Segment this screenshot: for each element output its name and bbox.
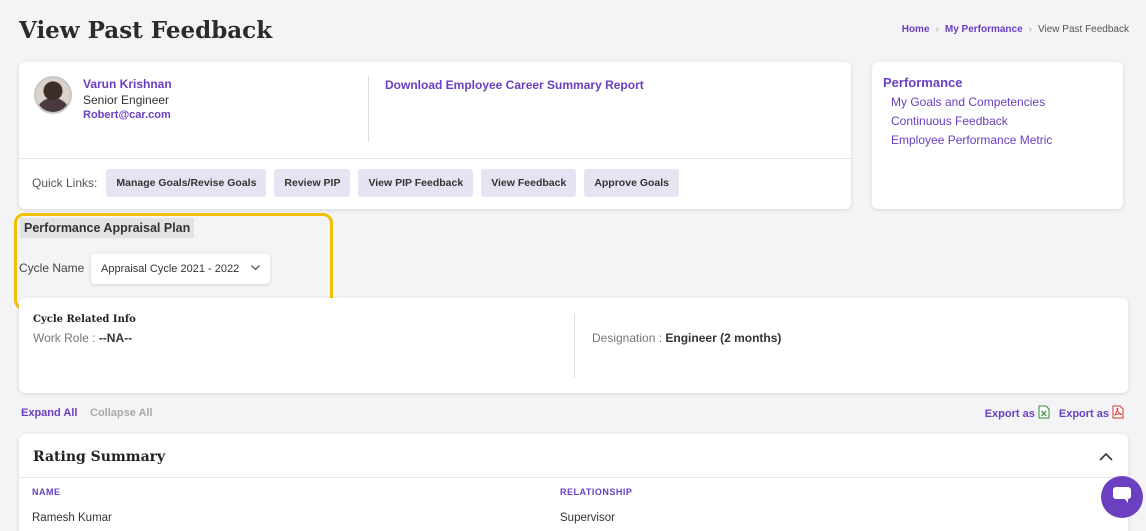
chat-icon: [1111, 485, 1133, 510]
divider: [19, 158, 851, 159]
employee-title: Senior Engineer: [83, 93, 170, 107]
export-excel-label: Export as: [984, 407, 1035, 420]
divider: [19, 477, 1128, 478]
quick-links: Quick Links: Manage Goals/Revise Goals R…: [32, 169, 679, 197]
rating-row-name: Ramesh Kumar: [32, 512, 112, 524]
page-title: View Past Feedback: [19, 17, 273, 44]
column-header-name: NAME: [32, 487, 61, 497]
quick-links-label: Quick Links:: [32, 176, 98, 190]
employee-profile-card: Varun Krishnan Senior Engineer Robert@ca…: [19, 62, 851, 209]
manage-goals-button[interactable]: Manage Goals/Revise Goals: [106, 169, 267, 197]
view-feedback-button[interactable]: View Feedback: [481, 169, 577, 197]
work-role-label: Work Role :: [33, 331, 96, 345]
work-role: Work Role : --NA--: [33, 331, 132, 345]
breadcrumb-current: View Past Feedback: [1038, 24, 1129, 35]
rating-summary-title: Rating Summary: [33, 449, 166, 465]
export-excel-button[interactable]: Export as: [985, 405, 1050, 422]
chat-button[interactable]: [1101, 476, 1143, 518]
excel-icon: [1038, 405, 1050, 422]
cycle-name-label: Cycle Name: [19, 261, 85, 275]
rating-row-relationship: Supervisor: [560, 512, 615, 524]
breadcrumb: Home › My Performance › View Past Feedba…: [902, 24, 1129, 35]
employee-email[interactable]: Robert@car.com: [83, 109, 171, 121]
chevron-up-icon[interactable]: [1098, 450, 1114, 468]
side-link-continuous-feedback[interactable]: Continuous Feedback: [891, 114, 1052, 128]
breadcrumb-home[interactable]: Home: [902, 24, 930, 35]
divider: [574, 314, 575, 378]
column-header-relationship: RELATIONSHIP: [560, 487, 633, 497]
approve-goals-button[interactable]: Approve Goals: [584, 169, 679, 197]
expand-all-link[interactable]: Expand All: [21, 407, 77, 419]
appraisal-plan-label: Performance Appraisal Plan: [20, 218, 195, 238]
side-panel-title: Performance: [883, 75, 963, 90]
breadcrumb-separator: ›: [1028, 24, 1033, 35]
side-link-goals-competencies[interactable]: My Goals and Competencies: [891, 95, 1052, 109]
work-role-value: --NA--: [98, 331, 133, 345]
designation: Designation : Engineer (2 months): [592, 331, 781, 345]
avatar: [34, 76, 72, 114]
designation-label: Designation :: [592, 331, 663, 345]
export-pdf-label: Export as: [1058, 407, 1109, 420]
pdf-icon: [1112, 405, 1124, 422]
rating-summary-card: Rating Summary NAME RELATIONSHIP Ramesh …: [19, 434, 1128, 531]
chevron-down-icon: [250, 262, 261, 276]
collapse-all-link[interactable]: Collapse All: [90, 407, 153, 419]
export-pdf-button[interactable]: Export as: [1059, 405, 1124, 422]
designation-value: Engineer (2 months): [665, 331, 782, 345]
view-pip-feedback-button[interactable]: View PIP Feedback: [358, 169, 474, 197]
employee-name[interactable]: Varun Krishnan: [83, 77, 172, 91]
breadcrumb-separator: ›: [935, 24, 939, 35]
cycle-info-card: Cycle Related Info Work Role : --NA-- De…: [19, 298, 1128, 393]
download-career-summary-link[interactable]: Download Employee Career Summary Report: [385, 78, 644, 92]
cycle-name-value: Appraisal Cycle 2021 - 2022: [101, 263, 240, 275]
breadcrumb-my-performance[interactable]: My Performance: [945, 24, 1023, 35]
side-link-performance-metric[interactable]: Employee Performance Metric: [891, 133, 1052, 147]
performance-side-panel: Performance My Goals and Competencies Co…: [872, 62, 1123, 209]
export-actions: Export as Export as: [985, 405, 1124, 422]
cycle-name-select[interactable]: Appraisal Cycle 2021 - 2022: [91, 254, 270, 284]
review-pip-button[interactable]: Review PIP: [274, 169, 351, 197]
divider: [368, 76, 369, 142]
cycle-info-title: Cycle Related Info: [33, 314, 136, 325]
